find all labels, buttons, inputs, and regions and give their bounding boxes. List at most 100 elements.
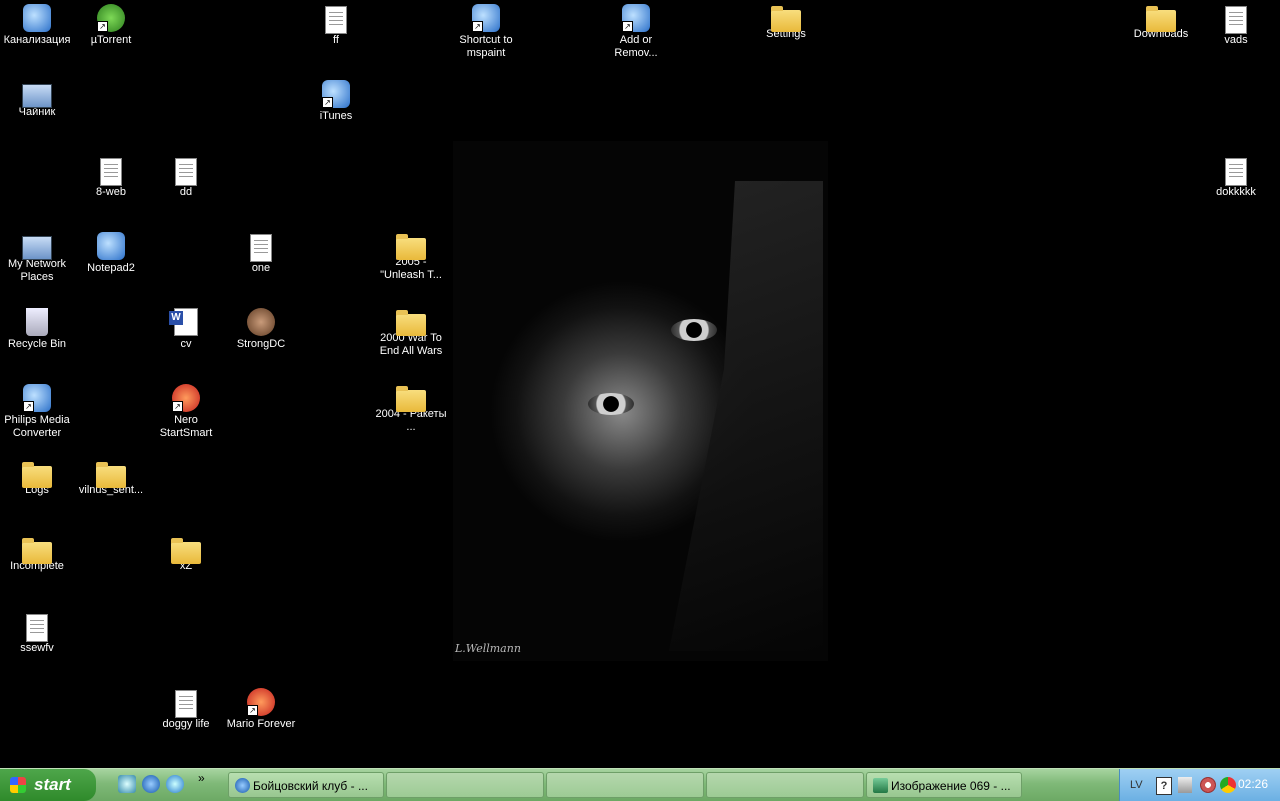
desktop-icon[interactable]: one bbox=[224, 232, 298, 275]
network-places-icon bbox=[22, 236, 52, 260]
windows-flag-icon bbox=[10, 777, 26, 793]
desktop-icon[interactable]: Recycle Bin bbox=[0, 308, 74, 351]
desktop-icon[interactable]: doggy life bbox=[149, 688, 223, 731]
recycle-bin-icon bbox=[26, 308, 48, 336]
task-label: Изображение 069 - ... bbox=[891, 779, 1011, 793]
desktop-icon[interactable]: ↗ µTorrent bbox=[74, 4, 148, 47]
desktop-icon-label: My Network Places bbox=[7, 258, 67, 283]
desktop-icon-label: cv bbox=[180, 338, 192, 350]
folder-icon bbox=[396, 386, 426, 412]
desktop-icon[interactable]: Settings bbox=[749, 4, 823, 41]
internet-explorer-icon[interactable] bbox=[142, 775, 160, 793]
media-player-icon[interactable] bbox=[166, 775, 184, 793]
desktop-icon[interactable]: dokkkkk bbox=[1199, 156, 1273, 199]
desktop-icon[interactable]: cv bbox=[149, 308, 223, 351]
media-converter-icon: ↗ bbox=[23, 384, 51, 412]
desktop-icon[interactable]: Канализация bbox=[0, 4, 74, 47]
wallpaper-signature: L.Wellmann bbox=[455, 642, 521, 655]
desktop-icon-label: doggy life bbox=[162, 718, 210, 730]
show-desktop-icon[interactable] bbox=[118, 775, 136, 793]
image-viewer-icon bbox=[873, 778, 888, 793]
desktop-icon[interactable]: ↗ Shortcut to mspaint bbox=[449, 4, 523, 60]
taskbar-button-empty[interactable] bbox=[546, 772, 704, 798]
desktop-icon-label: Nero StartSmart bbox=[159, 414, 213, 439]
taskbar-button-empty[interactable] bbox=[386, 772, 544, 798]
taskbar-button-fight-club[interactable]: Бойцовский клуб - ... bbox=[228, 772, 384, 798]
desktop-icon-label: Mario Forever bbox=[226, 718, 296, 730]
desktop-icon[interactable]: vads bbox=[1199, 4, 1273, 47]
desktop-icon-label: µTorrent bbox=[90, 34, 132, 46]
quick-launch-overflow[interactable]: » bbox=[198, 771, 208, 789]
desktop-icon[interactable]: ↗ Nero StartSmart bbox=[149, 384, 223, 440]
desktop-icon[interactable]: ssewfv bbox=[0, 612, 74, 655]
desktop-icon[interactable]: xZ bbox=[149, 536, 223, 573]
desktop-icon[interactable]: 8-web bbox=[74, 156, 148, 199]
desktop-icon[interactable]: Notepad2 bbox=[74, 232, 148, 275]
desktop-icon-label: ff bbox=[333, 34, 339, 46]
taskbar-button-empty[interactable] bbox=[706, 772, 864, 798]
desktop-icon[interactable]: Logs bbox=[0, 460, 74, 497]
folder-envelope-icon bbox=[23, 4, 51, 32]
shortcut-arrow-icon: ↗ bbox=[97, 21, 108, 32]
desktop-icon[interactable]: 2000 War To End All Wars bbox=[374, 308, 448, 358]
text-document-icon bbox=[175, 158, 197, 186]
shortcut-arrow-icon: ↗ bbox=[472, 21, 483, 32]
desktop-icon[interactable]: ↗ iTunes bbox=[299, 80, 373, 123]
language-indicator[interactable]: LV bbox=[1130, 777, 1143, 793]
desktop-icon-label: Philips Media Converter bbox=[4, 414, 70, 439]
help-icon[interactable]: ? bbox=[1156, 777, 1172, 795]
task-label: Бойцовский клуб - ... bbox=[253, 779, 368, 793]
desktop-icon[interactable]: Downloads bbox=[1124, 4, 1198, 41]
desktop-icon[interactable]: ↗ Mario Forever bbox=[224, 688, 298, 731]
strongdc-icon bbox=[247, 308, 275, 336]
mario-icon: ↗ bbox=[247, 688, 275, 716]
desktop-icon-label: one bbox=[251, 262, 271, 274]
desktop-icon[interactable]: vilnus_sent... bbox=[74, 460, 148, 497]
desktop-icon[interactable]: ff bbox=[299, 4, 373, 47]
word-document-icon bbox=[169, 308, 198, 336]
desktop-icon-label: dokkkkk bbox=[1216, 186, 1256, 198]
desktop-icon-label: 8-web bbox=[96, 186, 126, 198]
start-button[interactable]: start bbox=[0, 769, 96, 801]
utorrent-icon: ↗ bbox=[97, 4, 125, 32]
folder-icon bbox=[96, 462, 126, 488]
desktop-icon-label: Notepad2 bbox=[87, 262, 135, 274]
desktop-icon[interactable]: Incomplete bbox=[0, 536, 74, 573]
desktop-icon[interactable]: ↗ Philips Media Converter bbox=[0, 384, 74, 440]
desktop-icon-label: ssewfv bbox=[20, 642, 54, 654]
desktop-icon-label: dd bbox=[179, 186, 193, 198]
taskbar-button-image-viewer[interactable]: Изображение 069 - ... bbox=[866, 772, 1022, 798]
desktop-icon[interactable]: Чайник bbox=[0, 80, 74, 119]
folder-icon bbox=[22, 538, 52, 564]
network-icon[interactable] bbox=[1178, 777, 1192, 793]
web-archive-icon bbox=[100, 158, 122, 186]
folder-icon bbox=[396, 310, 426, 336]
desktop-icon[interactable]: dd bbox=[149, 156, 223, 199]
folder-icon bbox=[171, 538, 201, 564]
desktop-icon-label: iTunes bbox=[319, 110, 353, 122]
nero-icon: ↗ bbox=[172, 384, 200, 412]
folder-icon bbox=[22, 462, 52, 488]
shortcut-arrow-icon: ↗ bbox=[172, 401, 183, 412]
shortcut-arrow-icon: ↗ bbox=[622, 21, 633, 32]
desktop-icon-label: Shortcut to mspaint bbox=[459, 34, 513, 59]
computer-icon bbox=[22, 84, 52, 108]
wallpaper-eye bbox=[588, 393, 634, 415]
text-document-icon bbox=[175, 690, 197, 718]
taskbar: start » Бойцовский клуб - ... Изображени… bbox=[0, 768, 1280, 801]
desktop-icon[interactable]: StrongDC bbox=[224, 308, 298, 351]
itunes-icon: ↗ bbox=[322, 80, 350, 108]
chrome-icon[interactable] bbox=[1220, 777, 1236, 793]
desktop-icon-label: StrongDC bbox=[236, 338, 286, 350]
desktop-icon[interactable]: 2004 - Ракеты ... bbox=[374, 384, 448, 434]
desktop[interactable]: L.Wellmann Канализация ↗ µTorrent ff ↗ Shortc… bbox=[0, 0, 1280, 768]
wallpaper-eye bbox=[671, 319, 717, 341]
text-document-icon bbox=[26, 614, 48, 642]
text-document-icon bbox=[250, 234, 272, 262]
notepad-icon bbox=[97, 232, 125, 260]
back-arrow-icon[interactable] bbox=[1200, 777, 1216, 793]
desktop-icon-label: vads bbox=[1224, 34, 1248, 46]
desktop-icon[interactable]: ↗ Add or Remov... bbox=[599, 4, 673, 60]
desktop-icon[interactable]: 2005 - "Unleash T... bbox=[374, 232, 448, 282]
desktop-icon[interactable]: My Network Places bbox=[0, 232, 74, 284]
